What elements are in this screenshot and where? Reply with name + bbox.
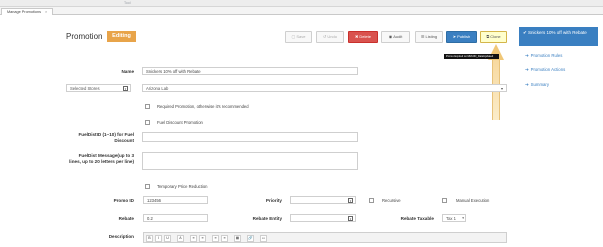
store-select[interactable]: Arizona Lab ▾ (142, 84, 507, 92)
fuel-discount-label: Fuel Discount Promotion (157, 120, 203, 125)
required-promotion-checkbox[interactable] (145, 104, 150, 109)
name-field[interactable]: Snickers 10% off with Rebate (142, 67, 358, 75)
delete-button-label: Delete (359, 34, 371, 39)
eye-icon: ◉ (388, 34, 393, 39)
save-button[interactable]: ▢Save (285, 31, 312, 43)
send-icon: ➤ (452, 34, 457, 39)
required-promotion-label: Required Promotion, otherwise it's recom… (157, 104, 249, 109)
priority-label: Priority (265, 198, 282, 203)
font-color-button[interactable]: A (177, 235, 184, 242)
undo-button-label: Undo (327, 34, 337, 39)
delete-button[interactable]: ✖Delete (348, 31, 378, 43)
copy-icon: ⧉ (486, 34, 490, 39)
chevron-down-icon: ▾ (462, 216, 464, 220)
arrow-right-icon: ➔ (525, 67, 529, 72)
close-icon[interactable]: × (45, 10, 47, 14)
link-promotion-rules[interactable]: ➔ Promotion Rules (525, 53, 562, 59)
embed-button[interactable]: ▭ (260, 235, 267, 242)
align-center-button[interactable]: ≡ (199, 235, 206, 242)
rebate-taxable-value: Tax 1 (446, 216, 457, 221)
manual-execution-label: Manual Execution (456, 198, 490, 203)
listing-button-label: Listing (425, 34, 438, 39)
numbered-list-button[interactable]: ≡ (221, 235, 228, 242)
rebate-field[interactable]: 0.2 (143, 214, 208, 222)
link-promotion-actions[interactable]: ➔ Promotion Actions (525, 67, 565, 73)
chevron-down-icon: ▾ (500, 86, 503, 91)
table-button[interactable]: ▦ (234, 235, 241, 242)
list-icon: ☰ (420, 34, 425, 39)
manual-execution-checkbox[interactable] (442, 198, 447, 203)
fuel-dist-id-field[interactable] (142, 132, 358, 142)
bold-button[interactable]: B (146, 235, 153, 242)
italic-button[interactable]: I (155, 235, 162, 242)
undo-button[interactable]: ↺Undo (316, 31, 344, 43)
main-content (55, 15, 511, 247)
rebate-taxable-select[interactable]: Tax 1 ▾ (442, 214, 466, 222)
chevron-down-icon: ▾ (123, 86, 128, 91)
publish-button-label: Publish (457, 34, 471, 39)
name-label: Name (121, 69, 134, 74)
description-editor-toolbar: B I U A ≡ ≡ ≡ ≡ ▦ 🔗 ▭ (143, 232, 507, 243)
align-left-button[interactable]: ≡ (190, 235, 197, 242)
fuel-discount-checkbox[interactable] (145, 120, 150, 125)
link-label: Promotion Rules (530, 53, 563, 58)
fuel-dist-message-label: FuelDist Message(up to 3 lines, up to 20… (69, 153, 134, 164)
stores-select-value: Selected Stores (70, 86, 100, 91)
clone-button-label: Clone (490, 34, 501, 39)
bullet-list-button[interactable]: ≡ (212, 235, 219, 242)
recursive-checkbox[interactable] (369, 198, 374, 203)
fuel-dist-id-label: FuelDistID (1~10) for Fuel Discount (78, 132, 134, 143)
audit-button[interactable]: ◉Audit (381, 31, 410, 43)
tool-label: Tool (124, 1, 131, 5)
clone-button[interactable]: ⧉Clone (480, 31, 507, 43)
promo-id-field[interactable]: 123456 (143, 196, 208, 204)
temp-price-reduction-label: Temporary Price Reduction (157, 184, 208, 189)
tab-label: Manage Promotions (7, 10, 41, 14)
window-top-strip: Tool (0, 0, 603, 7)
audit-button-label: Audit (393, 34, 403, 39)
save-icon: ▢ (291, 34, 296, 39)
recursive-label: Recursive (382, 198, 401, 203)
side-panel-title: Snickers 10% off with Rebate (528, 30, 587, 35)
editing-badge: Editing (107, 31, 136, 42)
priority-select[interactable]: ▾ (290, 196, 356, 204)
fuel-dist-message-field[interactable] (142, 152, 358, 170)
chevron-down-icon: ▾ (348, 216, 353, 221)
tab-manage-promotions[interactable]: Manage Promotions × (1, 8, 54, 15)
tab-bar: Manage Promotions × (0, 7, 603, 15)
chevron-down-icon: ▾ (348, 198, 353, 203)
delete-icon: ✖ (355, 34, 359, 39)
clone-tooltip: Promo Expired on MM-DD_DataUpdated (444, 54, 499, 59)
underline-button[interactable]: U (164, 235, 171, 242)
link-button[interactable]: 🔗 (247, 235, 254, 242)
rebate-entity-label: Rebate Entity (252, 216, 282, 221)
link-label: Summary (530, 82, 549, 87)
link-label: Promotion Actions (530, 67, 566, 72)
promo-id-label: Promo ID (113, 198, 134, 203)
side-panel-header[interactable]: ✔ Snickers 10% off with Rebate (519, 27, 598, 46)
undo-icon: ↺ (323, 34, 327, 39)
arrow-right-icon: ➔ (525, 53, 529, 58)
page-title: Promotion (66, 32, 103, 41)
rebate-taxable-label: Rebate Taxable (400, 216, 434, 221)
arrow-right-icon: ➔ (525, 82, 529, 87)
link-summary[interactable]: ➔ Summary (525, 82, 549, 88)
rebate-entity-select[interactable]: ▾ (290, 214, 356, 222)
description-label: Description (108, 234, 134, 239)
listing-button[interactable]: ☰Listing (415, 31, 443, 43)
stores-select[interactable]: Selected Stores ▾ (66, 84, 131, 92)
store-select-value: Arizona Lab (146, 86, 169, 91)
publish-button[interactable]: ➤Publish (446, 31, 477, 43)
rebate-label: Rebate (118, 216, 134, 221)
temp-price-reduction-checkbox[interactable] (145, 184, 150, 189)
save-button-label: Save (296, 34, 306, 39)
